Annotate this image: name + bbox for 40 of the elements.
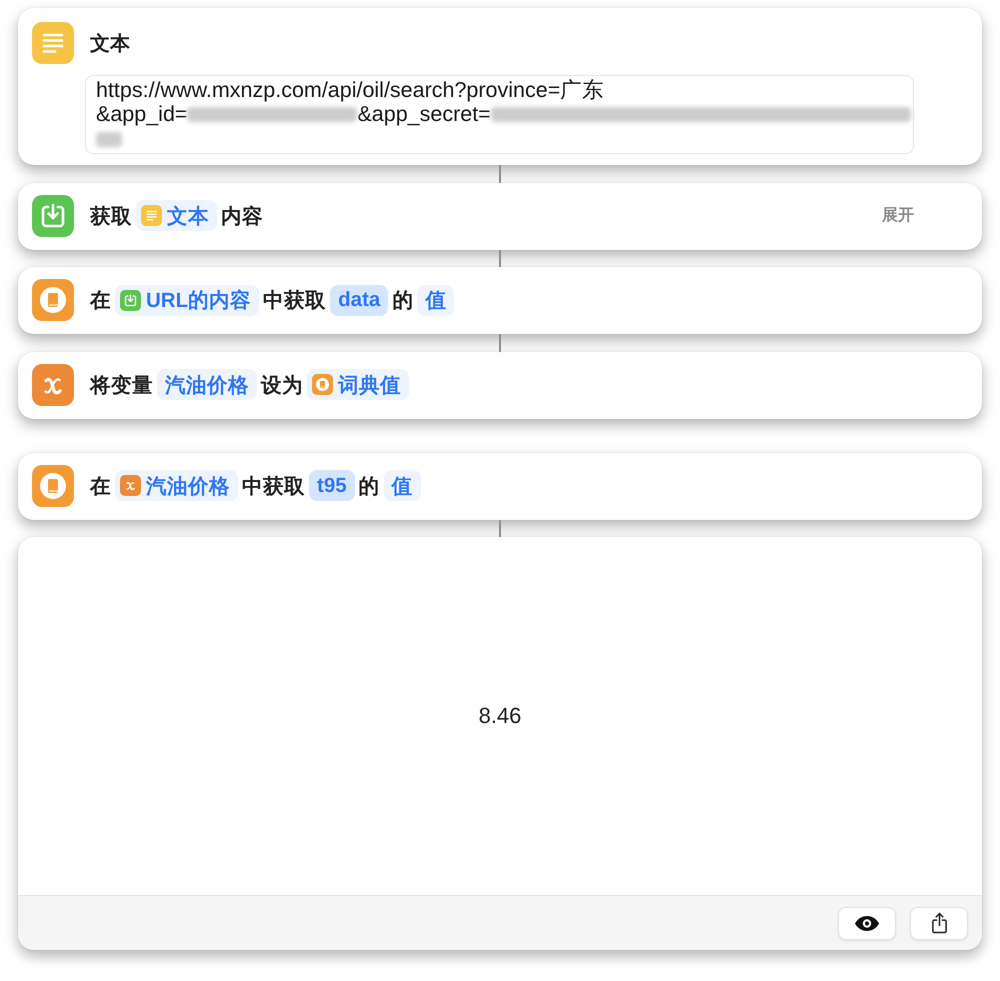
action-label: 在	[90, 288, 111, 314]
variable-icon	[120, 475, 141, 496]
key-token[interactable]: data	[330, 284, 388, 316]
book-icon	[32, 464, 74, 506]
book-icon	[32, 279, 74, 321]
variable-token[interactable]: 文本	[136, 200, 217, 231]
value-token[interactable]: 值	[417, 284, 454, 316]
download-tray-icon	[32, 194, 74, 236]
url-text: &app_secret=	[357, 102, 491, 127]
expand-button[interactable]: 展开	[882, 205, 914, 226]
key-token[interactable]: t95	[309, 470, 355, 501]
url-text: &app_id=	[96, 102, 188, 127]
variable-token[interactable]: URL的内容	[115, 284, 260, 316]
url-text-field[interactable]: https://www.mxnzp.com/api/oil/search?province=广东 &app_id= &app_secret=	[85, 75, 914, 154]
action-label: 在	[90, 474, 111, 500]
eye-icon	[854, 914, 880, 932]
action-label: 将变量	[90, 372, 153, 398]
share-icon	[930, 912, 948, 934]
share-button[interactable]	[910, 906, 968, 940]
action-label: 中获取	[242, 474, 305, 500]
action-label: 的	[358, 474, 380, 500]
variable-token[interactable]: 词典值	[307, 369, 409, 400]
action-label: 中获取	[263, 288, 326, 314]
url-text: https://www.mxnzp.com/api/oil/search?province=广东	[96, 77, 604, 104]
text-lines-icon	[141, 205, 162, 226]
result-value: 8.46	[478, 703, 522, 729]
redacted-blur	[96, 132, 122, 147]
action-label: 获取	[90, 204, 132, 230]
variable-token[interactable]: 汽油价格	[115, 470, 238, 501]
download-tray-icon	[120, 290, 141, 310]
text-lines-icon	[32, 22, 74, 64]
action-title: 文本	[90, 32, 130, 56]
action-label: 的	[392, 288, 414, 314]
action-label: 内容	[221, 204, 263, 230]
action-label: 设为	[261, 372, 303, 398]
preview-button[interactable]	[838, 906, 896, 940]
value-token[interactable]: 汽油价格	[157, 369, 257, 400]
value-token[interactable]: 值	[384, 470, 421, 501]
variable-icon	[32, 364, 74, 406]
book-icon	[312, 374, 333, 395]
